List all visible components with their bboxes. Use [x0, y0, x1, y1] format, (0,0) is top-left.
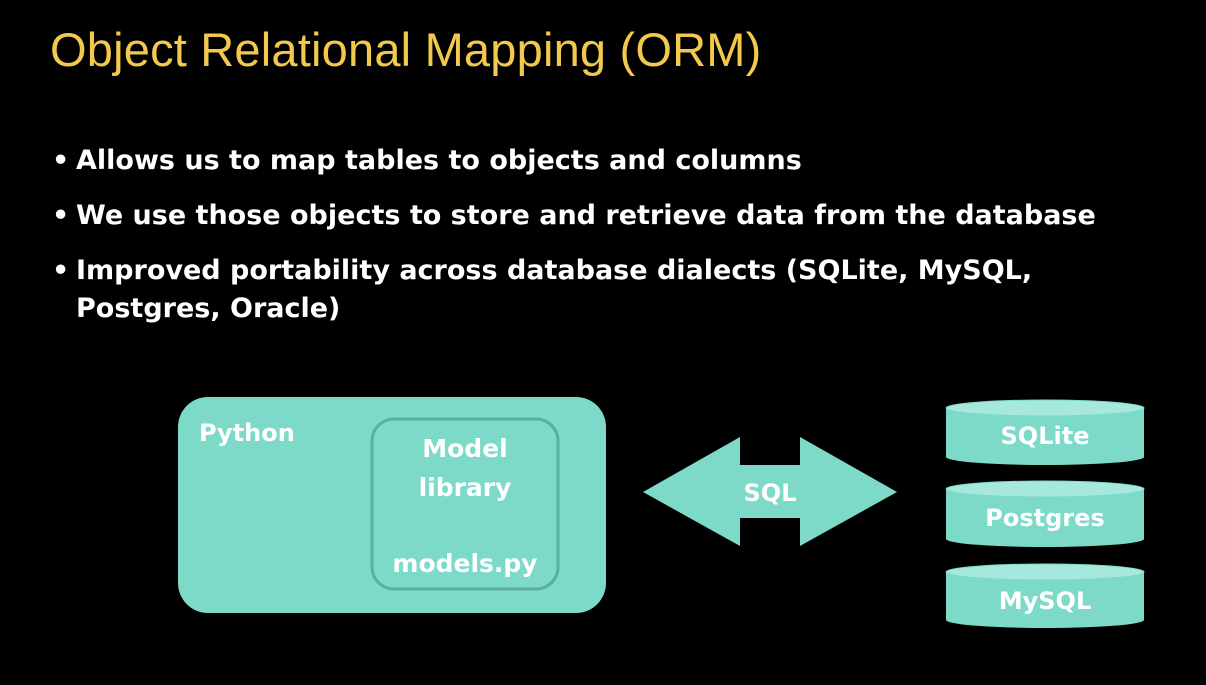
database-label-sqlite: SQLite [1001, 422, 1090, 450]
slide: Object Relational Mapping (ORM) • Allows… [0, 0, 1206, 685]
model-library-label-line2: library [419, 473, 512, 502]
database-cylinder-icon: Postgres [945, 480, 1145, 547]
sql-arrow-label: SQL [744, 479, 797, 507]
models-file-label: models.py [392, 549, 537, 578]
model-library-label-line1: Model [422, 434, 507, 463]
database-cylinder-icon: MySQL [945, 563, 1145, 628]
database-label-postgres: Postgres [985, 504, 1104, 532]
database-label-mysql: MySQL [999, 587, 1092, 615]
database-cylinder-icon: SQLite [945, 399, 1145, 465]
python-label: Python [199, 419, 295, 447]
orm-diagram: Python Model library models.py SQL SQLit… [178, 397, 1145, 628]
